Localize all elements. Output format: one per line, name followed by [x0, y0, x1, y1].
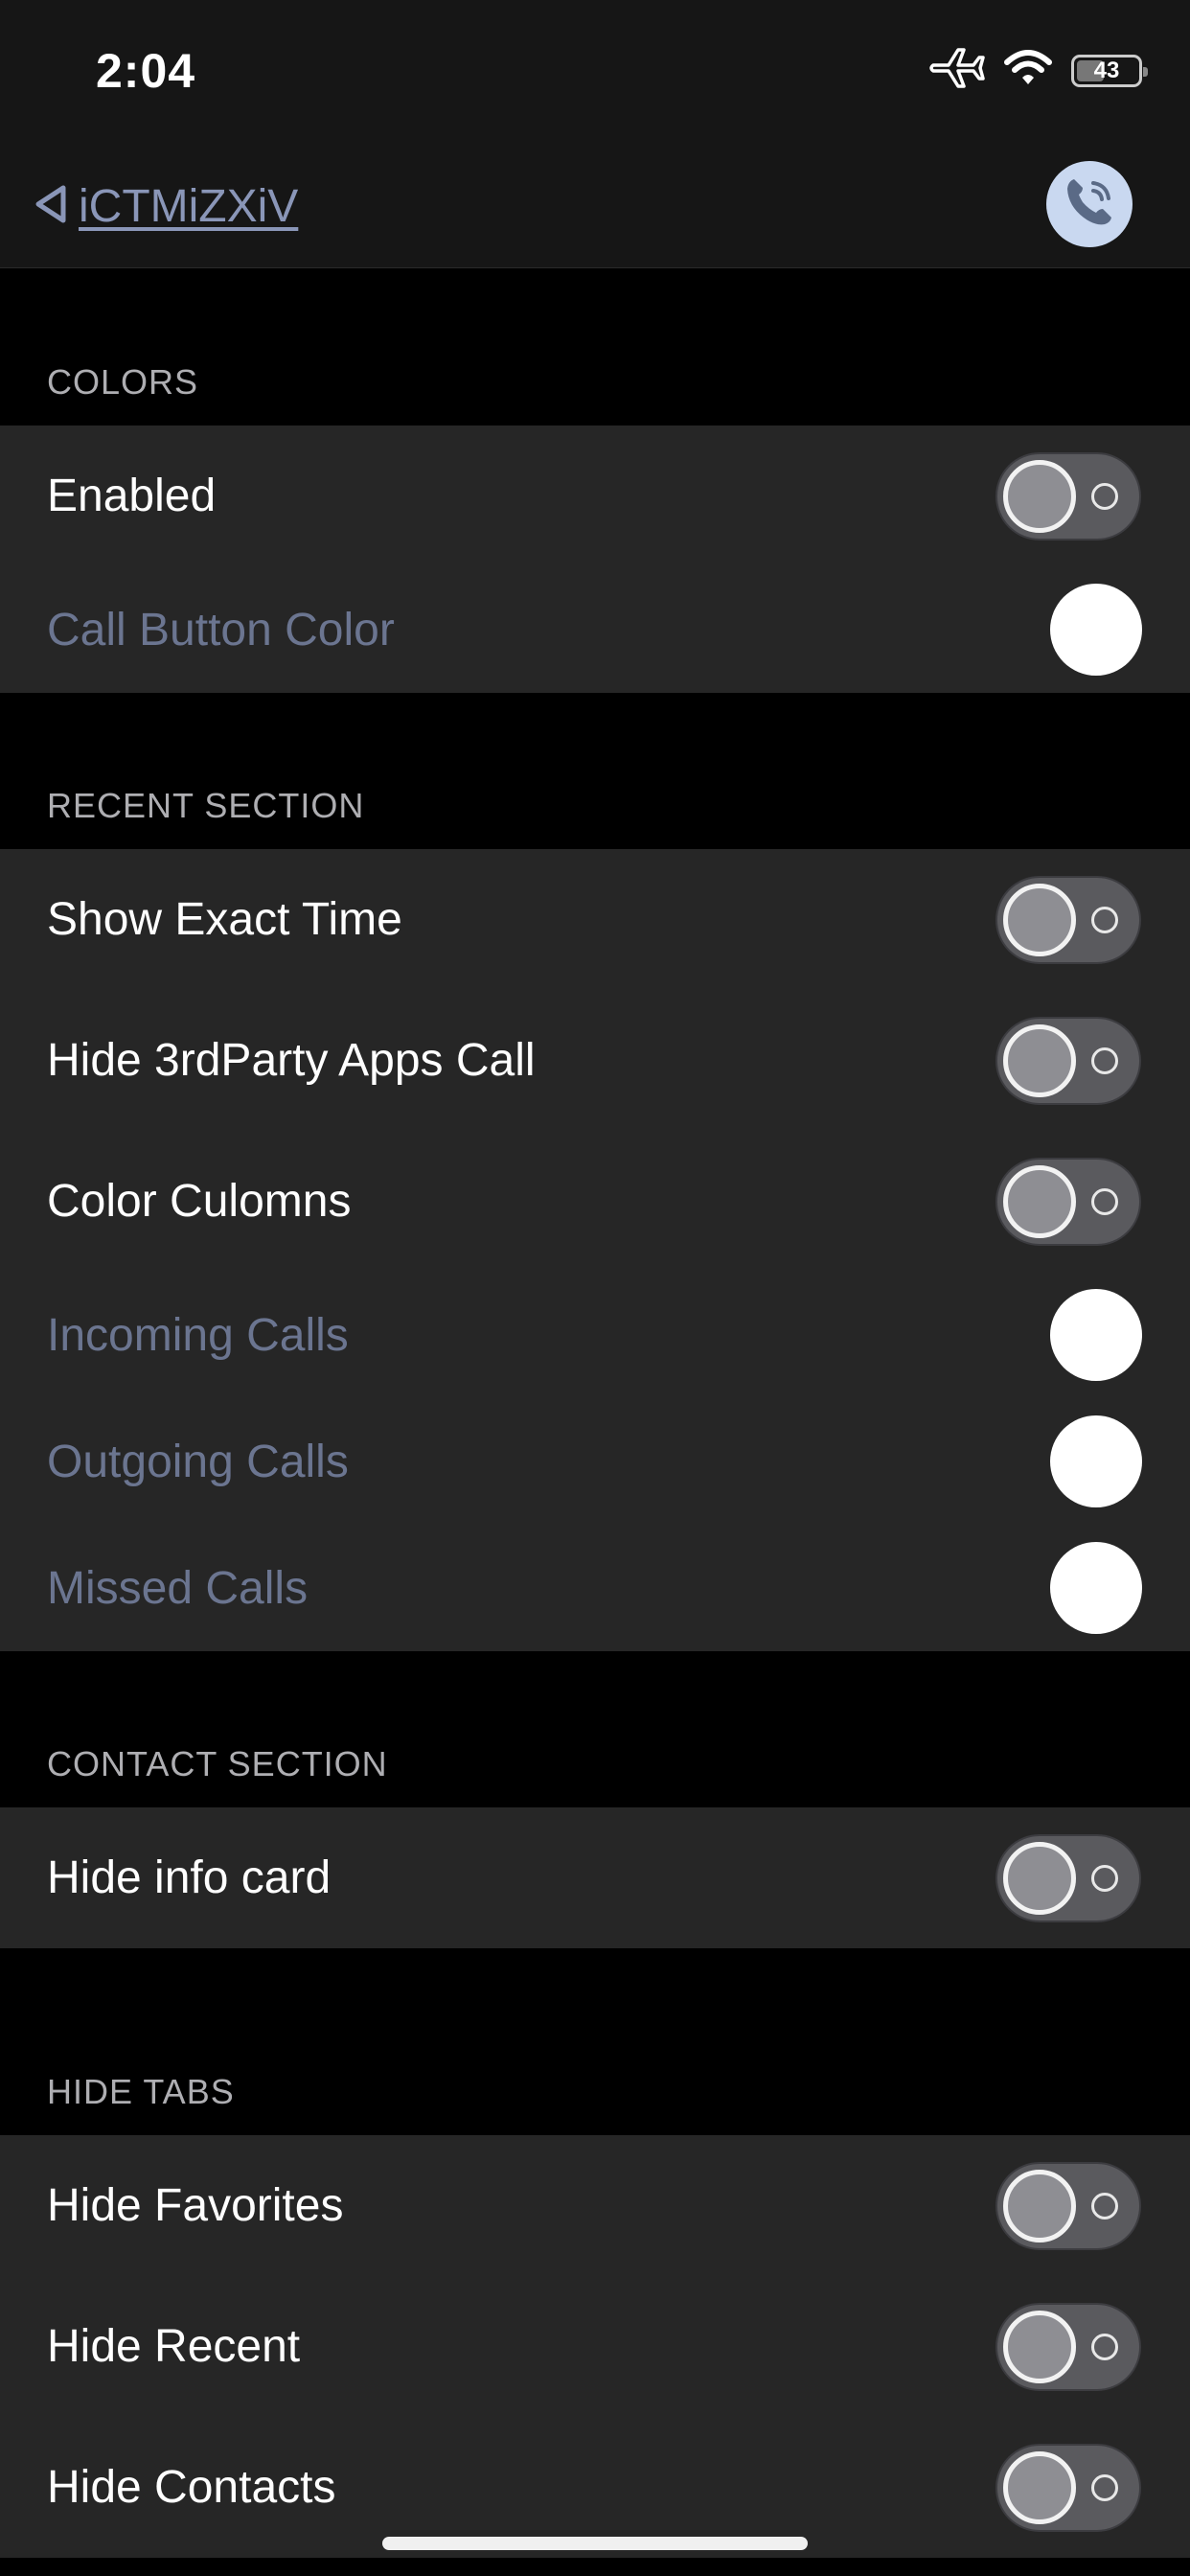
hide-info-card-toggle[interactable]: [995, 1833, 1141, 1922]
hide-3rdparty-apps-call-toggle[interactable]: [995, 1016, 1141, 1105]
row-color-columns: Color Culomns: [0, 1131, 1190, 1272]
missed-calls-color-swatch[interactable]: [1050, 1542, 1142, 1634]
section-header-hide-tabs: HIDE TABS: [47, 2072, 235, 2111]
group-colors: Enabled Call Button Color: [0, 426, 1190, 693]
row-incoming-calls: Incoming Calls: [0, 1272, 1190, 1398]
home-indicator[interactable]: [382, 2537, 808, 2550]
row-missed-calls: Missed Calls: [0, 1525, 1190, 1651]
row-hide-recent: Hide Recent: [0, 2276, 1190, 2417]
row-hide-info-card: Hide info card: [0, 1807, 1190, 1948]
status-icons: 43: [929, 46, 1148, 95]
hide-info-card-label: Hide info card: [47, 1852, 332, 1903]
hide-recent-toggle[interactable]: [995, 2302, 1141, 2391]
hide-favorites-label: Hide Favorites: [47, 2180, 344, 2231]
hide-contacts-toggle[interactable]: [995, 2443, 1141, 2532]
wifi-icon: [1004, 49, 1052, 92]
hide-contacts-label: Hide Contacts: [47, 2462, 336, 2513]
navigation-bar: iCTMiZXiV: [0, 144, 1190, 268]
call-button-color-label: Call Button Color: [47, 604, 395, 656]
row-call-button-color: Call Button Color: [0, 566, 1190, 693]
show-exact-time-toggle[interactable]: [995, 875, 1141, 964]
group-hide-tabs: Hide Favorites Hide Recent Hide Contacts: [0, 2135, 1190, 2558]
section-header-contact: CONTACT SECTION: [47, 1744, 388, 1783]
row-show-exact-time: Show Exact Time: [0, 849, 1190, 990]
back-label: iCTMiZXiV: [79, 181, 299, 232]
call-button-color-swatch[interactable]: [1050, 584, 1142, 676]
status-time: 2:04: [96, 44, 196, 98]
section-header-recent: RECENT SECTION: [47, 786, 365, 825]
section-header-colors: COLORS: [47, 362, 199, 402]
status-bar: 2:04 43: [0, 0, 1190, 144]
hide-favorites-toggle[interactable]: [995, 2161, 1141, 2250]
battery-level: 43: [1093, 57, 1120, 83]
color-columns-toggle[interactable]: [995, 1157, 1141, 1246]
row-hide-3rdparty-apps-call: Hide 3rdParty Apps Call: [0, 990, 1190, 1131]
group-recent: Show Exact Time Hide 3rdParty Apps Call …: [0, 849, 1190, 1651]
color-columns-label: Color Culomns: [47, 1176, 352, 1227]
row-outgoing-calls: Outgoing Calls: [0, 1398, 1190, 1525]
back-chevron-icon: [33, 182, 69, 231]
group-contact: Hide info card: [0, 1807, 1190, 1948]
enabled-toggle[interactable]: [995, 451, 1141, 540]
airplane-icon: [929, 46, 985, 95]
row-enabled: Enabled: [0, 426, 1190, 566]
back-button[interactable]: iCTMiZXiV: [33, 180, 298, 233]
call-button[interactable]: [1046, 161, 1133, 247]
incoming-calls-label: Incoming Calls: [47, 1309, 349, 1361]
battery-icon: 43: [1071, 54, 1148, 87]
phone-icon: [1061, 173, 1118, 236]
hide-3rdparty-apps-call-label: Hide 3rdParty Apps Call: [47, 1035, 536, 1086]
outgoing-calls-color-swatch[interactable]: [1050, 1415, 1142, 1507]
row-hide-favorites: Hide Favorites: [0, 2135, 1190, 2276]
missed-calls-label: Missed Calls: [47, 1562, 309, 1614]
outgoing-calls-label: Outgoing Calls: [47, 1436, 349, 1487]
hide-recent-label: Hide Recent: [47, 2321, 301, 2372]
settings-list: COLORS Enabled Call Button Color RECENT …: [0, 269, 1190, 2558]
show-exact-time-label: Show Exact Time: [47, 894, 402, 945]
enabled-label: Enabled: [47, 471, 217, 521]
incoming-calls-color-swatch[interactable]: [1050, 1289, 1142, 1381]
